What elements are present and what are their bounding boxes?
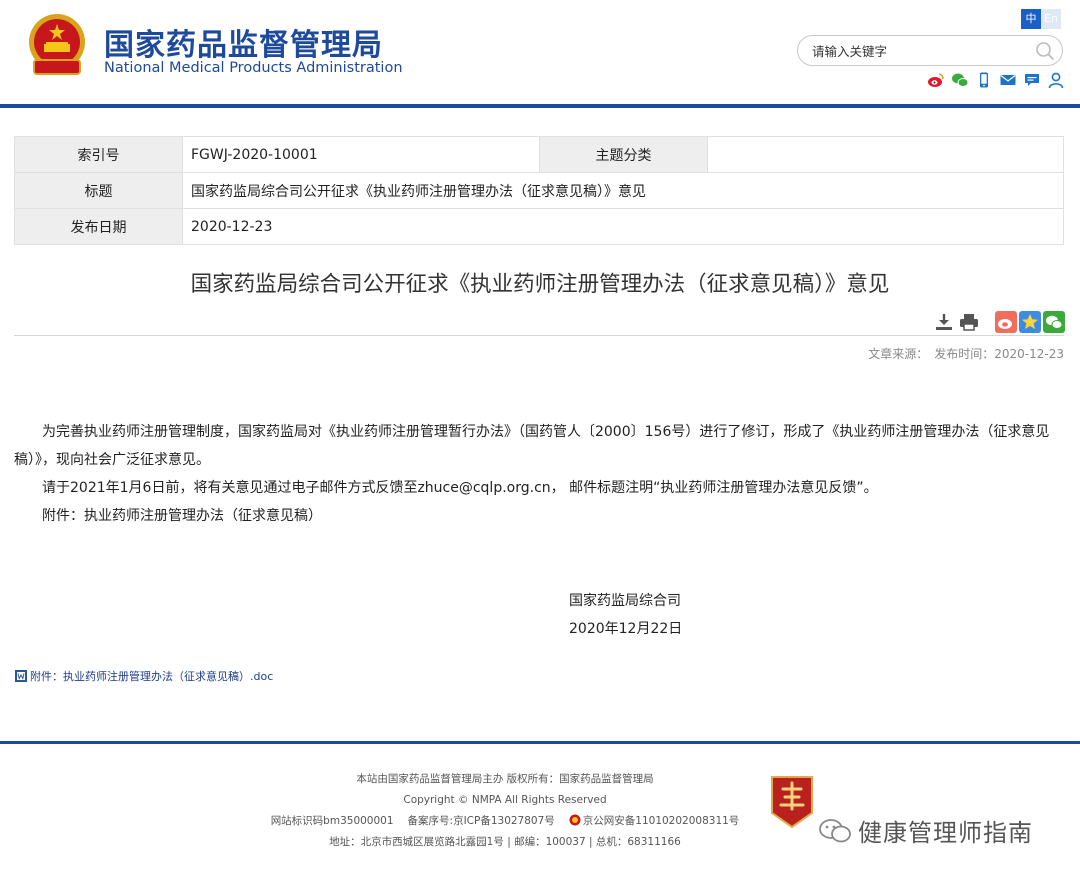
article-source-line: 文章来源： 发布时间：2020-12-23 <box>862 345 1064 362</box>
paragraph: 附件：执业药师注册管理办法（征求意见稿） <box>42 508 322 524</box>
user-icon[interactable] <box>1047 71 1065 89</box>
government-site-badge-icon[interactable] <box>769 775 815 829</box>
table-row: 发布日期 2020-12-23 <box>14 208 1064 245</box>
index-label: 索引号 <box>14 136 183 173</box>
footer-divider <box>0 741 1080 744</box>
publish-time: 发布时间：2020-12-23 <box>934 347 1064 361</box>
footer-site-id: 网站标识码bm35000001 <box>270 815 394 827</box>
mail-icon[interactable] <box>999 71 1017 89</box>
article-title: 国家药监局综合司公开征求《执业药师注册管理办法（征求意见稿）》意见 <box>190 272 890 297</box>
police-badge-icon <box>569 814 581 826</box>
watermark-text: 健康管理师指南 <box>858 819 1033 847</box>
national-emblem-icon <box>29 14 85 75</box>
attachment-link[interactable]: 附件：执业药师注册管理办法（征求意见稿）.doc <box>14 668 273 684</box>
footer-copyright: Copyright © NMPA All Rights Reserved <box>403 794 607 806</box>
paragraph: 请于2021年1月6日前，将有关意见通过电子邮件方式反馈至zhuce@cqlp.… <box>42 480 878 496</box>
word-doc-icon <box>15 670 27 682</box>
social-links <box>927 71 1065 89</box>
source-label: 文章来源： <box>868 347 929 361</box>
share-wechat-icon[interactable] <box>1043 311 1065 333</box>
lang-cn-button[interactable]: 中 <box>1021 9 1041 29</box>
comment-icon[interactable] <box>1023 71 1041 89</box>
article-tools <box>933 311 1065 333</box>
search-input[interactable] <box>812 41 1027 61</box>
site-name-en[interactable]: National Medical Products Administration <box>104 60 403 76</box>
wechat-icon[interactable] <box>951 71 969 89</box>
signature-org: 国家药监局综合司 <box>569 593 681 609</box>
signature-block: 国家药监局综合司 2020年12月22日 <box>569 587 682 643</box>
footer-sponsor: 本站由国家药品监督管理局主办 版权所有：国家药品监督管理局 <box>356 773 654 785</box>
title-label: 标题 <box>14 172 183 209</box>
date-value: 2020-12-23 <box>182 208 1064 245</box>
title-divider <box>14 335 1064 336</box>
search-icon[interactable] <box>1034 40 1056 62</box>
footer-icp[interactable]: 备案序号:京ICP备13027807号 <box>408 815 555 827</box>
favorite-star-icon[interactable] <box>1019 311 1041 333</box>
language-switcher: 中 En <box>1021 9 1061 29</box>
wechat-logo-icon <box>819 818 851 842</box>
article-body: 为完善执业药师注册管理制度，国家药监局对《执业药师注册管理暂行办法》（国药管人〔… <box>14 418 1064 530</box>
download-icon[interactable] <box>933 311 955 333</box>
share-weibo-icon[interactable] <box>995 311 1017 333</box>
index-value: FGWJ-2020-10001 <box>182 136 540 173</box>
document-meta-table: 索引号 FGWJ-2020-10001 主题分类 标题 国家药监局综合司公开征求… <box>14 136 1064 245</box>
topic-label: 主题分类 <box>539 136 708 173</box>
topic-value <box>707 136 1064 173</box>
attachment-link-text[interactable]: 附件：执业药师注册管理办法（征求意见稿）.doc <box>30 668 273 684</box>
table-row: 索引号 FGWJ-2020-10001 主题分类 <box>14 136 1064 173</box>
footer-police[interactable]: 京公网安备11010202008311号 <box>583 815 740 827</box>
search-box <box>797 35 1063 66</box>
table-row: 标题 国家药监局综合司公开征求《执业药师注册管理办法（征求意见稿）》意见 <box>14 172 1064 209</box>
title-value: 国家药监局综合司公开征求《执业药师注册管理办法（征求意见稿）》意见 <box>182 172 1064 209</box>
site-name-cn[interactable]: 国家药品监督管理局 <box>104 20 383 64</box>
header-divider <box>0 104 1080 108</box>
date-label: 发布日期 <box>14 208 183 245</box>
signature-date: 2020年12月22日 <box>569 621 683 637</box>
print-icon[interactable] <box>958 311 980 333</box>
weibo-icon[interactable] <box>927 71 945 89</box>
lang-en-button[interactable]: En <box>1041 9 1061 29</box>
site-header: 国家药品监督管理局 National Medical Products Admi… <box>0 0 1080 104</box>
wechat-watermark: 健康管理师指南 <box>818 813 1033 848</box>
mobile-icon[interactable] <box>975 71 993 89</box>
paragraph: 为完善执业药师注册管理制度，国家药监局对《执业药师注册管理暂行办法》（国药管人〔… <box>14 424 1050 468</box>
